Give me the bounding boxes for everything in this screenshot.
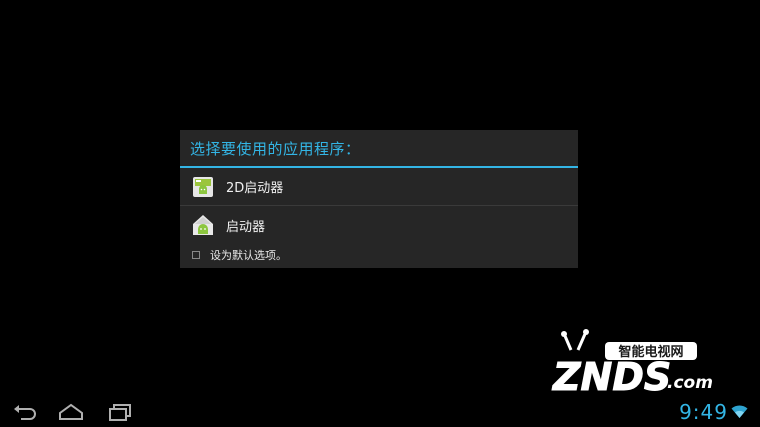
- back-icon: [14, 405, 36, 420]
- app-label: 启动器: [226, 219, 266, 235]
- watermark-domain: .com: [667, 373, 713, 393]
- app-option-launcher[interactable]: 启动器: [180, 206, 578, 244]
- navigation-bar: [0, 397, 760, 427]
- dialog-title: 选择要使用的应用程序：: [190, 139, 361, 158]
- launcher-home-icon: [192, 214, 214, 236]
- default-checkbox-label: 设为默认选项。: [210, 249, 287, 262]
- home-icon: [59, 403, 83, 420]
- default-checkbox[interactable]: [192, 251, 200, 259]
- recent-apps-icon: [109, 404, 131, 421]
- recent-apps-button[interactable]: [105, 401, 135, 423]
- app-option-2d-launcher[interactable]: 2D启动器: [180, 168, 578, 206]
- dialog-title-bar: 选择要使用的应用程序：: [180, 130, 578, 168]
- status-clock: 9:49: [679, 400, 728, 424]
- default-option-row[interactable]: 设为默认选项。: [180, 244, 578, 266]
- home-button[interactable]: [56, 401, 86, 423]
- launcher-2d-icon: [192, 176, 214, 198]
- app-label: 2D启动器: [226, 181, 284, 196]
- screen: 选择要使用的应用程序： 2D启动器 启动器 设为默认选项。 智能电视网 ZNDS…: [0, 0, 760, 427]
- tv-antenna-icon: [561, 329, 589, 351]
- back-button[interactable]: [10, 401, 40, 423]
- znds-watermark-logo: 智能电视网 ZNDS .com: [552, 329, 713, 398]
- wifi-icon: [731, 405, 748, 418]
- app-chooser-dialog: 选择要使用的应用程序： 2D启动器 启动器 设为默认选项。: [180, 130, 578, 268]
- watermark-brand: ZNDS: [552, 355, 671, 398]
